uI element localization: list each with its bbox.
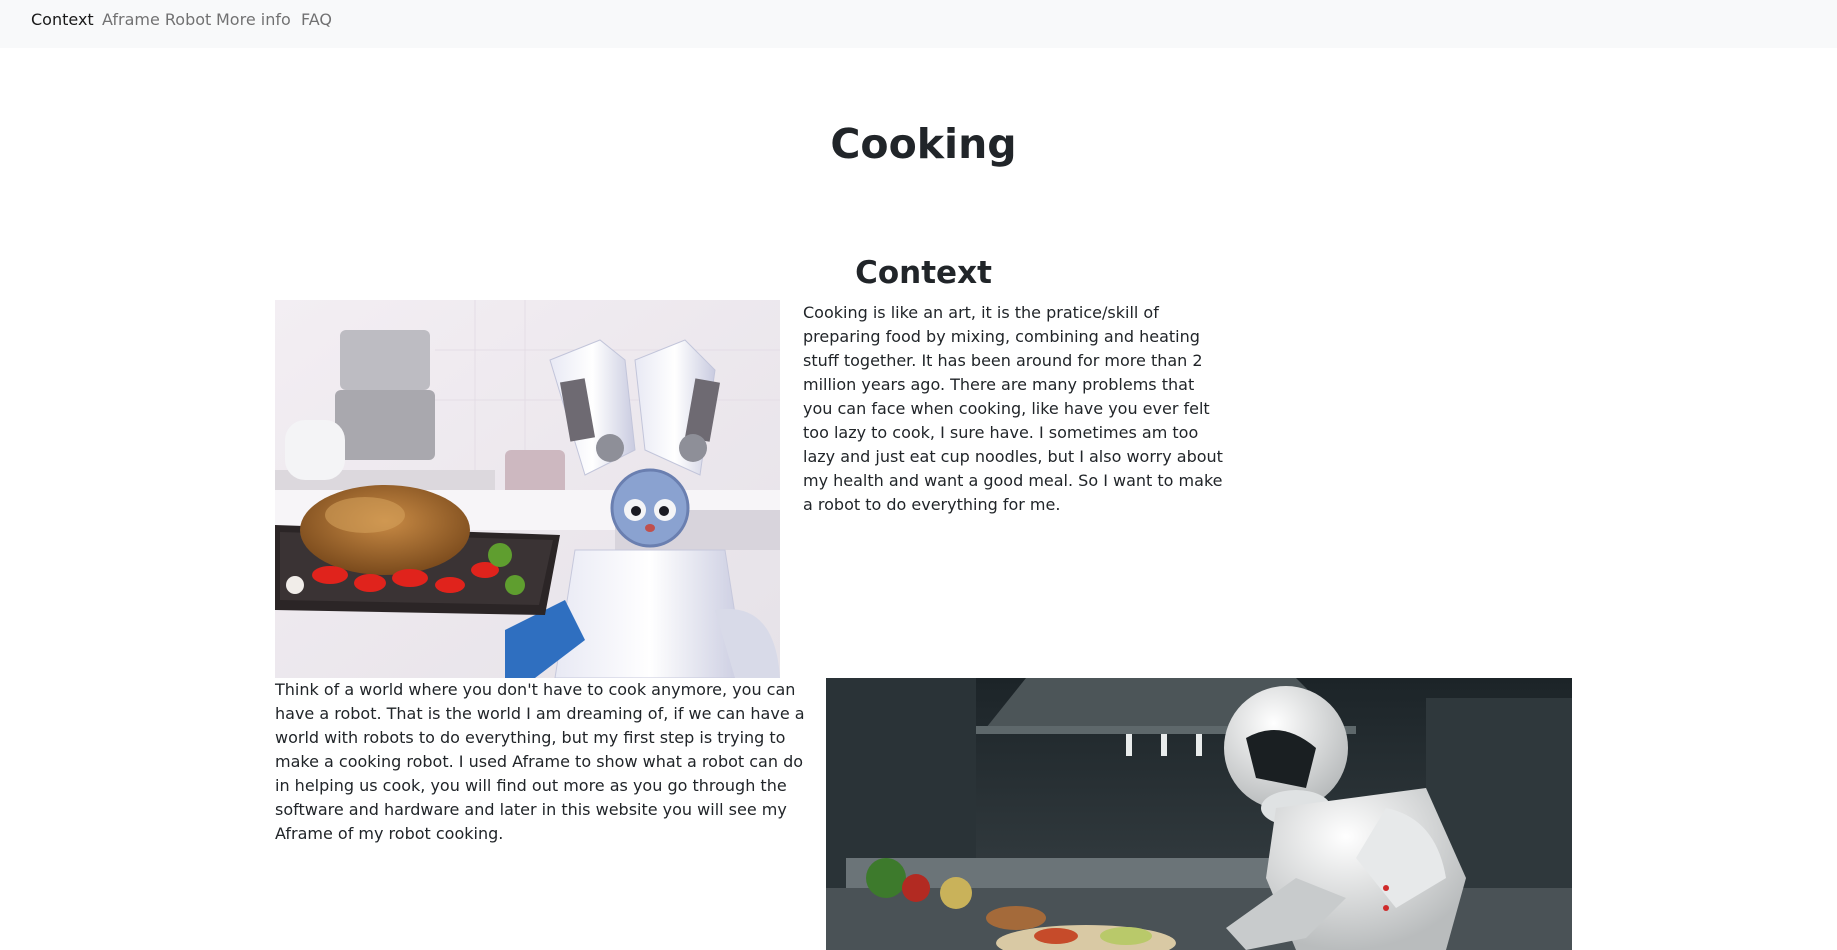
nav-link-faq[interactable]: FAQ bbox=[301, 10, 332, 29]
nav-link-context[interactable]: Context bbox=[31, 10, 94, 29]
nav-link-aframe-robot[interactable]: Aframe Robot bbox=[102, 10, 211, 29]
context-paragraph-1: Cooking is like an art, it is the pratic… bbox=[803, 303, 1223, 514]
page-title: Cooking bbox=[830, 120, 1017, 168]
top-navbar: Context Aframe Robot More info FAQ bbox=[0, 0, 1837, 48]
section-title-context: Context bbox=[855, 255, 992, 291]
nav-link-more-info[interactable]: More info bbox=[216, 10, 291, 29]
robot-serving-food-image bbox=[275, 300, 780, 678]
robot-cooking-kitchen-image bbox=[826, 678, 1572, 950]
context-paragraph-2: Think of a world where you don't have to… bbox=[275, 680, 805, 843]
